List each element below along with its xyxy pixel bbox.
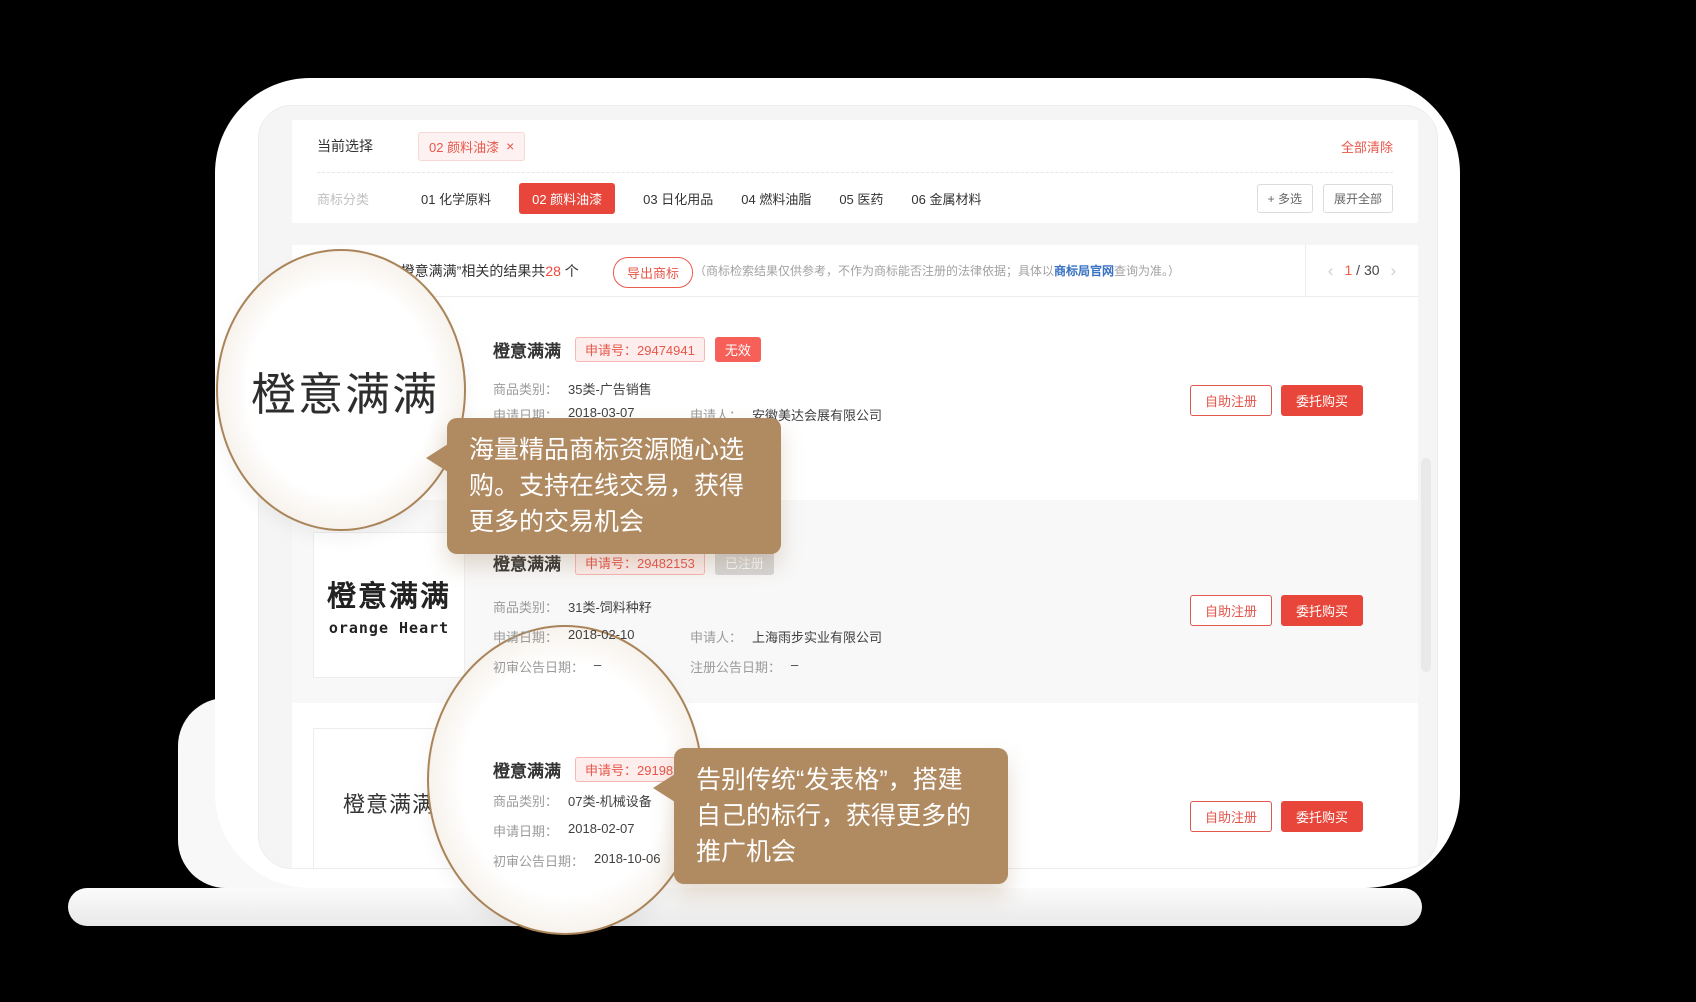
pagination: ‹ 1 / 30 › [1305, 245, 1418, 296]
field-label: 商品类别： [493, 597, 558, 616]
field-value: 2018-10-06 [594, 851, 661, 869]
row-actions: 自助注册 委托购买 [1190, 595, 1363, 626]
row-actions: 自助注册 委托购买 [1190, 385, 1363, 416]
results-header: 已为您检索到“橙意满满”相关的结果共28 个 导出商标 （商标检索结果仅供参考，… [292, 245, 1418, 297]
scrollbar-thumb[interactable] [1421, 458, 1431, 672]
multi-select-button[interactable]: + 多选 [1257, 184, 1313, 213]
total-pages: 30 [1364, 262, 1380, 278]
field-label: 申请日期： [493, 627, 558, 646]
category-tab-06[interactable]: 06 金属材料 [911, 189, 981, 208]
trademark-office-link[interactable]: 商标局官网 [1054, 264, 1114, 278]
next-page-icon[interactable]: › [1391, 261, 1397, 281]
trademark-name: 橙意满满 [493, 337, 561, 362]
field-value: – [791, 657, 798, 676]
category-tab-02-active[interactable]: 02 颜料油漆 [519, 183, 615, 214]
category-tab-04[interactable]: 04 燃料油脂 [741, 189, 811, 208]
row-field-line: 商品类别： 35类-广告销售 [493, 379, 652, 398]
disclaimer-pre: （商标检索结果仅供参考，不作为商标能否注册的法律依据；具体以 [694, 264, 1054, 278]
field-value: 上海雨步实业有限公司 [752, 627, 882, 646]
field-label: 初审公告日期： [493, 851, 584, 869]
field-label: 商品类别： [493, 791, 558, 810]
row-field-line: 初审公告日期： 2018-10-06 [493, 851, 661, 869]
category-row: 商标分类 01 化学原料 02 颜料油漆 03 日化用品 04 燃料油脂 05 … [292, 173, 1418, 223]
selected-filter-tag-label: 02 颜料油漆 [429, 137, 499, 156]
results-count: 28 [545, 263, 561, 279]
current-selection-row: 当前选择 02 颜料油漆 × 全部清除 [292, 120, 1418, 172]
application-number-badge: 申请号：29474941 [575, 337, 705, 362]
selected-filter-tag[interactable]: 02 颜料油漆 × [418, 132, 525, 161]
tooltip-promotion: 告别传统“发表格”，搭建 自己的标行，获得更多的 推广机会 [674, 748, 1008, 884]
disclaimer-text: （商标检索结果仅供参考，不作为商标能否注册的法律依据；具体以商标局官网查询为准。… [694, 245, 1180, 297]
entrust-buy-button[interactable]: 委托购买 [1281, 801, 1363, 832]
field-label: 初审公告日期： [493, 657, 584, 676]
page-indicator: 1 / 30 [1344, 262, 1379, 280]
row-field-line: 申请日期： 2018-02-10 申请人： 上海雨步实业有限公司 [493, 627, 882, 646]
self-register-button[interactable]: 自助注册 [1190, 385, 1272, 416]
self-register-button[interactable]: 自助注册 [1190, 801, 1272, 832]
field-label: 商品类别： [493, 379, 558, 398]
status-badge: 无效 [715, 337, 761, 362]
entrust-buy-button[interactable]: 委托购买 [1281, 385, 1363, 416]
category-label: 商标分类 [317, 189, 369, 208]
trademark-title-line: 橙意满满 申请号：29474941 无效 [493, 337, 761, 362]
trademark-name: 橙意满满 [493, 757, 561, 782]
field-label: 申请人： [690, 627, 742, 646]
field-value: 31类-饲料种籽 [568, 597, 652, 616]
prev-page-icon[interactable]: ‹ [1328, 261, 1334, 281]
clear-all-button[interactable]: 全部清除 [1341, 137, 1393, 156]
row-field-line: 商品类别： 31类-饲料种籽 [493, 597, 652, 616]
row-field-line: 初审公告日期：– 注册公告日期：– [493, 657, 798, 676]
tag-close-icon[interactable]: × [506, 138, 514, 154]
expand-all-button[interactable]: 展开全部 [1323, 184, 1393, 213]
category-tab-03[interactable]: 03 日化用品 [643, 189, 713, 208]
self-register-button[interactable]: 自助注册 [1190, 595, 1272, 626]
field-value: 2018-02-07 [568, 821, 635, 840]
row-field-line: 申请日期： 2018-02-07 [493, 821, 635, 840]
page-separator: / [1352, 262, 1364, 278]
field-value: 35类-广告销售 [568, 379, 652, 398]
row-actions: 自助注册 委托购买 [1190, 801, 1363, 832]
category-tab-05[interactable]: 05 医药 [839, 189, 883, 208]
category-tools: + 多选 展开全部 [1257, 184, 1393, 213]
filter-panel: 当前选择 02 颜料油漆 × 全部清除 商标分类 01 化学原料 02 颜料油漆… [292, 120, 1418, 223]
field-label: 注册公告日期： [690, 657, 781, 676]
current-selection-label: 当前选择 [317, 136, 373, 156]
page: 当前选择 02 颜料油漆 × 全部清除 商标分类 01 化学原料 02 颜料油漆… [0, 0, 1696, 1002]
disclaimer-post: 查询为准。） [1114, 264, 1180, 278]
tooltip-marketplace: 海量精品商标资源随心选 购。支持在线交易，获得 更多的交易机会 [447, 418, 781, 554]
screen-shadow [68, 888, 1422, 926]
field-value: 07类-机械设备 [568, 791, 652, 810]
field-label: 申请日期： [493, 821, 558, 840]
category-tab-01[interactable]: 01 化学原料 [421, 189, 491, 208]
entrust-buy-button[interactable]: 委托购买 [1281, 595, 1363, 626]
row-field-line: 商品类别： 07类-机械设备 [493, 791, 652, 810]
results-unit: 个 [561, 263, 579, 279]
field-value: 2018-02-10 [568, 627, 635, 646]
category-tabs: 01 化学原料 02 颜料油漆 03 日化用品 04 燃料油脂 05 医药 06… [421, 183, 981, 214]
field-value: – [594, 657, 601, 676]
export-trademarks-button[interactable]: 导出商标 [613, 257, 693, 288]
